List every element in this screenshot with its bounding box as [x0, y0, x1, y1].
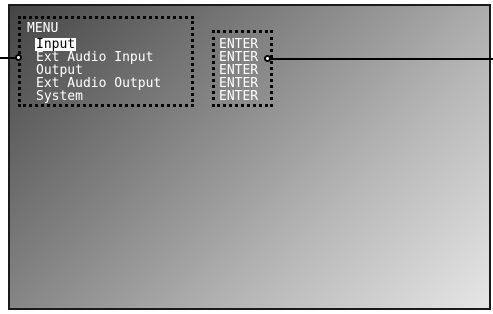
enter-action-input[interactable]: ENTER: [219, 35, 258, 51]
enter-action-ext-audio-input[interactable]: ENTER: [219, 48, 258, 64]
enter-action-output[interactable]: ENTER: [219, 61, 258, 77]
figure-stage: MENU Input Ext Audio Input Output Ext Au…: [0, 0, 493, 314]
menu-item-label: System: [36, 89, 83, 104]
menu-item-ext-audio-output[interactable]: Ext Audio Output: [36, 74, 161, 90]
enter-list: ENTER ENTER ENTER ENTER ENTER: [219, 35, 259, 104]
right-callout-line: [270, 58, 493, 60]
enter-action-ext-audio-output[interactable]: ENTER: [219, 74, 258, 90]
enter-action-system[interactable]: ENTER: [219, 87, 259, 104]
menu-item-input[interactable]: Input: [35, 35, 161, 51]
right-callout-dot: [264, 55, 271, 62]
left-callout-dot: [15, 54, 22, 61]
menu-item-ext-audio-input[interactable]: Ext Audio Input: [36, 48, 161, 64]
menu-title: MENU: [27, 21, 59, 36]
enter-label: ENTER: [219, 89, 259, 104]
menu-list: Input Ext Audio Input Output Ext Audio O…: [35, 35, 161, 104]
display-screen: MENU Input Ext Audio Input Output Ext Au…: [8, 4, 491, 310]
